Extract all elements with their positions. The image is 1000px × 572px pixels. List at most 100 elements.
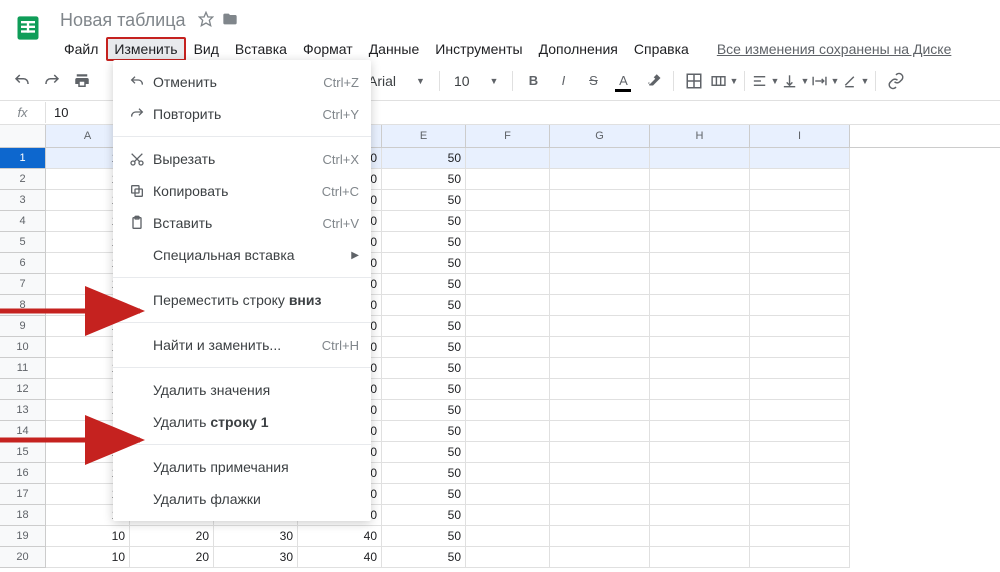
cell[interactable]: 50: [382, 400, 466, 421]
cell[interactable]: [650, 400, 750, 421]
cell[interactable]: [750, 526, 850, 547]
row-header[interactable]: 7: [0, 274, 46, 295]
cell[interactable]: [466, 337, 550, 358]
row-header[interactable]: 16: [0, 463, 46, 484]
cell[interactable]: [650, 337, 750, 358]
cell[interactable]: [550, 190, 650, 211]
cell[interactable]: [550, 232, 650, 253]
doc-title[interactable]: Новая таблица: [56, 8, 190, 33]
menu-move-row-down[interactable]: Переместить строку вниз: [113, 284, 371, 316]
cell[interactable]: [750, 421, 850, 442]
cell[interactable]: 50: [382, 379, 466, 400]
menu-paste-special[interactable]: Специальная вставка ▶: [113, 239, 371, 271]
row-header[interactable]: 12: [0, 379, 46, 400]
menu-delete-checkboxes[interactable]: Удалить флажки: [113, 483, 371, 515]
cell[interactable]: 50: [382, 463, 466, 484]
cell[interactable]: [466, 379, 550, 400]
cell[interactable]: [466, 421, 550, 442]
cell[interactable]: [650, 169, 750, 190]
row-header[interactable]: 13: [0, 400, 46, 421]
cell[interactable]: [466, 253, 550, 274]
cell[interactable]: [550, 337, 650, 358]
cell[interactable]: 50: [382, 505, 466, 526]
cell[interactable]: [750, 295, 850, 316]
row-header[interactable]: 19: [0, 526, 46, 547]
col-header-I[interactable]: I: [750, 125, 850, 147]
valign-button[interactable]: ▼: [781, 67, 809, 95]
menu-delete-notes[interactable]: Удалить примечания: [113, 451, 371, 483]
menu-delete-values[interactable]: Удалить значения: [113, 374, 371, 406]
cell[interactable]: [550, 484, 650, 505]
select-all-corner[interactable]: [0, 125, 46, 147]
cell[interactable]: [750, 253, 850, 274]
borders-button[interactable]: [680, 67, 708, 95]
row-header[interactable]: 6: [0, 253, 46, 274]
row-header[interactable]: 18: [0, 505, 46, 526]
menu-undo[interactable]: Отменить Ctrl+Z: [113, 66, 371, 98]
cell[interactable]: [750, 211, 850, 232]
star-icon[interactable]: [198, 11, 214, 30]
text-color-button[interactable]: A: [609, 67, 637, 95]
cell[interactable]: 40: [298, 526, 382, 547]
cell[interactable]: [550, 547, 650, 568]
menu-delete-row[interactable]: Удалить строку 1: [113, 406, 371, 438]
menu-paste[interactable]: Вставить Ctrl+V: [113, 207, 371, 239]
row-header[interactable]: 1: [0, 148, 46, 169]
merge-button[interactable]: ▼: [710, 67, 738, 95]
cell[interactable]: 50: [382, 211, 466, 232]
cell[interactable]: 50: [382, 484, 466, 505]
cell[interactable]: [550, 211, 650, 232]
cell[interactable]: [466, 169, 550, 190]
folder-icon[interactable]: [222, 11, 238, 30]
row-header[interactable]: 11: [0, 358, 46, 379]
cell[interactable]: [750, 505, 850, 526]
cell[interactable]: [650, 526, 750, 547]
cell[interactable]: 50: [382, 547, 466, 568]
cell[interactable]: [750, 274, 850, 295]
cell[interactable]: [550, 169, 650, 190]
cell[interactable]: 50: [382, 190, 466, 211]
menu-find-replace[interactable]: Найти и заменить... Ctrl+H: [113, 329, 371, 361]
menu-изменить[interactable]: Изменить: [106, 37, 185, 61]
cell[interactable]: [650, 148, 750, 169]
print-button[interactable]: [68, 67, 96, 95]
cell[interactable]: [750, 358, 850, 379]
cell[interactable]: 40: [298, 547, 382, 568]
cell[interactable]: [650, 295, 750, 316]
cell[interactable]: [750, 169, 850, 190]
col-header-F[interactable]: F: [466, 125, 550, 147]
menu-cut[interactable]: Вырезать Ctrl+X: [113, 143, 371, 175]
bold-button[interactable]: B: [519, 67, 547, 95]
cell[interactable]: [650, 442, 750, 463]
cell[interactable]: [550, 442, 650, 463]
col-header-E[interactable]: E: [382, 125, 466, 147]
cell[interactable]: [650, 463, 750, 484]
cell[interactable]: [650, 421, 750, 442]
cell[interactable]: [650, 484, 750, 505]
row-header[interactable]: 8: [0, 295, 46, 316]
strikethrough-button[interactable]: S: [579, 67, 607, 95]
cell[interactable]: [750, 463, 850, 484]
cell[interactable]: [466, 232, 550, 253]
cell[interactable]: 50: [382, 232, 466, 253]
cell[interactable]: [650, 211, 750, 232]
menu-вставка[interactable]: Вставка: [227, 37, 295, 61]
cell[interactable]: [466, 484, 550, 505]
cell[interactable]: [466, 190, 550, 211]
row-header[interactable]: 14: [0, 421, 46, 442]
cell[interactable]: [550, 274, 650, 295]
cell[interactable]: 50: [382, 274, 466, 295]
cell[interactable]: [750, 190, 850, 211]
cell[interactable]: [650, 253, 750, 274]
cell[interactable]: [550, 316, 650, 337]
cell[interactable]: 50: [382, 148, 466, 169]
row-header[interactable]: 20: [0, 547, 46, 568]
row-header[interactable]: 5: [0, 232, 46, 253]
menu-дополнения[interactable]: Дополнения: [531, 37, 626, 61]
cell[interactable]: 30: [214, 547, 298, 568]
cell[interactable]: [650, 190, 750, 211]
cell[interactable]: [466, 274, 550, 295]
cell[interactable]: [550, 358, 650, 379]
cell[interactable]: [550, 421, 650, 442]
cell[interactable]: [750, 337, 850, 358]
